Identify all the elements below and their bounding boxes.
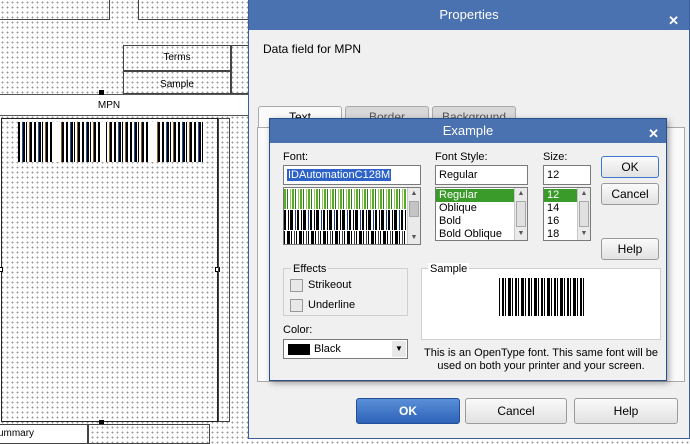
font-list-item[interactable] bbox=[284, 189, 406, 209]
chevron-down-icon[interactable]: ▼ bbox=[515, 228, 527, 240]
font-name-input[interactable]: IDAutomationC128M bbox=[283, 165, 421, 185]
color-select[interactable]: Black ▼ bbox=[283, 339, 408, 359]
sample-group bbox=[421, 268, 661, 340]
underline-label[interactable]: Underline bbox=[308, 299, 355, 311]
terms-label: Terms bbox=[163, 52, 191, 63]
size-option-16[interactable]: 16 bbox=[544, 215, 578, 228]
chevron-up-icon[interactable]: ▲ bbox=[515, 188, 527, 200]
properties-ok-button[interactable]: OK bbox=[356, 398, 460, 424]
sample-label: Sample bbox=[428, 263, 470, 275]
strikeout-label[interactable]: Strikeout bbox=[308, 279, 351, 291]
font-name-value: IDAutomationC128M bbox=[287, 169, 392, 181]
canvas-field-right-column[interactable] bbox=[218, 118, 230, 422]
font-style-option-bold[interactable]: Bold bbox=[436, 215, 515, 228]
color-value: Black bbox=[314, 343, 341, 355]
properties-title: Properties bbox=[439, 7, 499, 22]
size-scrollbar[interactable]: ▲ ▼ bbox=[577, 188, 590, 240]
size-option-18[interactable]: 18 bbox=[544, 228, 578, 240]
font-style-scrollbar[interactable]: ▲ ▼ bbox=[514, 188, 527, 240]
font-style-scroll-thumb[interactable] bbox=[516, 201, 526, 227]
font-style-option-regular[interactable]: Regular bbox=[436, 189, 515, 202]
close-icon[interactable]: ✕ bbox=[668, 6, 679, 36]
canvas-field-summary-right[interactable] bbox=[88, 424, 210, 444]
size-label: Size: bbox=[543, 151, 568, 163]
barcode-preview-canvas bbox=[18, 122, 204, 162]
example-title: Example bbox=[442, 123, 494, 138]
size-scroll-thumb[interactable] bbox=[579, 201, 589, 227]
strikeout-checkbox[interactable] bbox=[290, 279, 303, 292]
example-title-bar[interactable]: Example ✕ bbox=[270, 119, 666, 143]
font-list-item[interactable] bbox=[284, 210, 406, 230]
example-help-button[interactable]: Help bbox=[601, 238, 659, 260]
font-label: Font: bbox=[283, 151, 309, 163]
chevron-up-icon[interactable]: ▲ bbox=[408, 188, 420, 200]
font-list-scroll-thumb[interactable] bbox=[409, 201, 419, 217]
font-list-item[interactable] bbox=[284, 231, 406, 244]
sample-barcode-preview bbox=[499, 278, 585, 316]
mpn-label: MPN bbox=[97, 100, 121, 111]
size-items: 12 14 16 18 bbox=[544, 188, 578, 240]
underline-checkbox[interactable] bbox=[290, 299, 303, 312]
example-font-dialog: Example ✕ Font: IDAutomationC128M ▲ ▼ Fo… bbox=[269, 118, 667, 381]
chevron-down-icon[interactable]: ▼ bbox=[408, 232, 420, 244]
chevron-down-icon[interactable]: ▼ bbox=[578, 228, 590, 240]
selected-barcode-field[interactable] bbox=[1, 118, 218, 422]
font-style-list[interactable]: Regular Oblique Bold Bold Oblique ▲ ▼ bbox=[435, 187, 528, 241]
font-style-option-oblique[interactable]: Oblique bbox=[436, 202, 515, 215]
font-list[interactable]: ▲ ▼ bbox=[283, 187, 421, 245]
font-type-note: This is an OpenType font. This same font… bbox=[424, 347, 658, 372]
size-input[interactable]: 12 bbox=[543, 165, 591, 185]
selection-handle[interactable] bbox=[99, 90, 104, 95]
properties-title-bar[interactable]: Properties ✕ bbox=[249, 0, 689, 30]
color-label: Color: bbox=[283, 324, 313, 336]
close-icon[interactable]: ✕ bbox=[648, 122, 659, 146]
selection-handle-left[interactable] bbox=[0, 267, 3, 272]
example-ok-button[interactable]: OK bbox=[601, 156, 659, 178]
color-swatch bbox=[288, 344, 310, 355]
chevron-up-icon[interactable]: ▲ bbox=[578, 188, 590, 200]
example-cancel-button[interactable]: Cancel bbox=[601, 183, 659, 205]
font-style-items: Regular Oblique Bold Bold Oblique bbox=[436, 188, 515, 240]
form-designer-canvas[interactable]: Terms Sample MPN ummary bbox=[0, 0, 251, 444]
font-list-scrollbar[interactable]: ▲ ▼ bbox=[407, 188, 420, 244]
effects-label: Effects bbox=[291, 263, 329, 275]
properties-cancel-button[interactable]: Cancel bbox=[465, 398, 567, 424]
font-style-label: Font Style: bbox=[435, 151, 488, 163]
properties-help-button[interactable]: Help bbox=[574, 398, 678, 424]
font-style-option-bold-oblique[interactable]: Bold Oblique bbox=[436, 228, 515, 240]
summary-label: ummary bbox=[0, 428, 35, 439]
size-option-14[interactable]: 14 bbox=[544, 202, 578, 215]
canvas-field-top-right[interactable] bbox=[138, 0, 250, 20]
canvas-field-top-left[interactable] bbox=[0, 0, 110, 20]
properties-description: Data field for MPN bbox=[263, 42, 362, 56]
sample-label: Sample bbox=[160, 79, 194, 90]
size-option-12[interactable]: 12 bbox=[544, 189, 578, 202]
size-list[interactable]: 12 14 16 18 ▲ ▼ bbox=[543, 187, 591, 241]
font-style-input[interactable]: Regular bbox=[435, 165, 528, 185]
chevron-down-icon[interactable]: ▼ bbox=[392, 341, 406, 357]
